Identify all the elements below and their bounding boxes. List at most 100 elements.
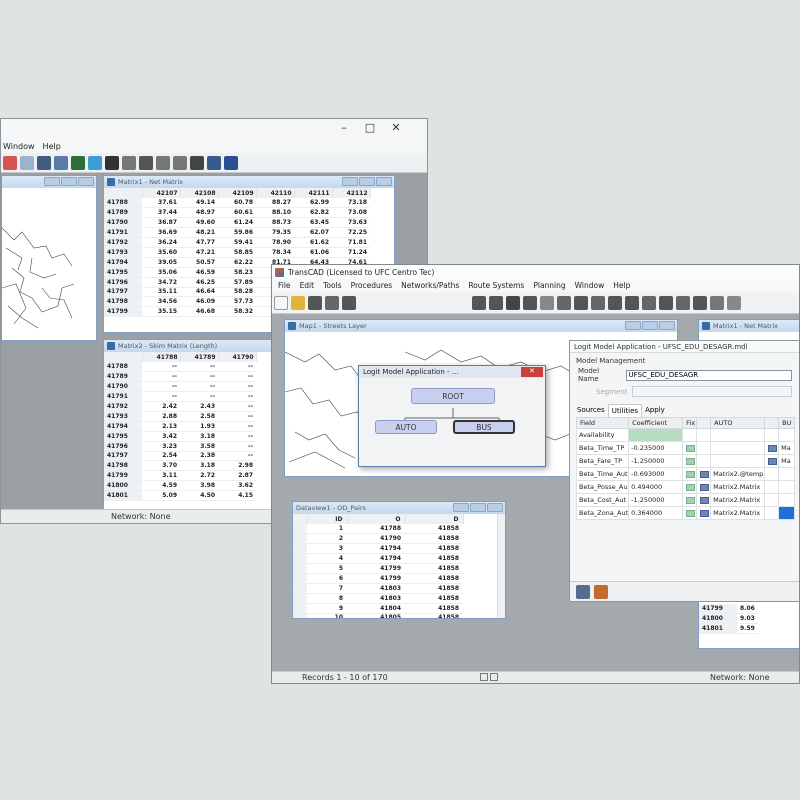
coefficient-cell[interactable]: 0.364000 — [628, 506, 684, 520]
cell-value[interactable]: 72.25 — [332, 227, 370, 239]
table-row[interactable]: 41791 -- -- -- — [104, 391, 256, 403]
cell-value[interactable]: -- — [142, 381, 180, 393]
fix-cell[interactable] — [682, 480, 698, 494]
cell-value[interactable]: 36.69 — [142, 227, 180, 239]
cell-value[interactable]: 35.60 — [142, 247, 180, 258]
table-row[interactable]: 41788 37.61 49.14 60.78 88.27 62.99 73.18 — [104, 198, 370, 209]
field-cell[interactable]: Availability — [575, 428, 630, 442]
cell-value[interactable]: 9.59 — [737, 623, 758, 635]
field-cell[interactable]: Beta_Fare_TP — [575, 454, 630, 468]
bus-cell[interactable]: Ma — [778, 454, 796, 468]
cell-value[interactable]: 8.06 — [737, 604, 758, 615]
cell-value[interactable]: 41794 — [347, 553, 405, 565]
arrows-icon[interactable] — [105, 155, 119, 170]
cell-value[interactable]: 88.10 — [256, 207, 294, 219]
cell-value[interactable]: 60.61 — [218, 207, 256, 219]
table-row[interactable]: 41800 4.59 3.98 3.62 — [104, 480, 256, 492]
cell-value[interactable]: 3.62 — [218, 480, 256, 492]
minimize-button[interactable]: – — [333, 121, 355, 134]
chart-bar-icon[interactable] — [71, 155, 85, 170]
tab-apply[interactable]: Apply — [642, 404, 668, 417]
row-selector[interactable] — [293, 593, 307, 604]
cell-value[interactable]: -- — [218, 431, 256, 442]
bus-cell[interactable] — [778, 428, 796, 442]
table-row[interactable]: 41789 -- -- -- — [104, 371, 256, 383]
layers-icon[interactable] — [342, 295, 356, 310]
row-selector[interactable] — [293, 573, 307, 584]
column-header[interactable] — [764, 417, 780, 429]
row-selector[interactable] — [293, 533, 307, 545]
utility-row[interactable]: Beta_Time_Aut -0.693000 Matrix2.@temp — [575, 467, 796, 481]
cell-value[interactable]: 62.99 — [294, 198, 332, 209]
cell-value[interactable]: 36.24 — [142, 237, 180, 248]
cell-value[interactable]: 47.21 — [180, 247, 218, 258]
auto-matrix-button[interactable] — [696, 480, 712, 494]
root-node[interactable]: ROOT — [411, 388, 495, 404]
flow-icon[interactable] — [591, 295, 605, 310]
cell-value[interactable]: 58.23 — [218, 267, 256, 278]
fix-checkbox[interactable] — [686, 444, 696, 452]
menu-item[interactable]: Tools — [323, 281, 341, 290]
table-row[interactable]: 41789 37.44 48.97 60.61 88.10 62.82 73.08 — [104, 207, 370, 219]
cell-value[interactable]: 62.22 — [218, 257, 256, 268]
field-cell[interactable]: Beta_Posse_Au — [575, 480, 630, 494]
cell-value[interactable]: 41858 — [405, 563, 463, 574]
nodes-icon[interactable] — [557, 295, 571, 310]
menu-item[interactable]: Window — [575, 281, 605, 290]
cell-value[interactable]: -- — [218, 421, 256, 432]
table-row[interactable]: 7 41803 41858 — [293, 583, 463, 594]
column-header[interactable] — [696, 417, 712, 429]
fix-cell[interactable] — [682, 441, 698, 455]
row-selector[interactable] — [293, 524, 307, 535]
layers2-icon[interactable] — [625, 295, 639, 310]
fix-checkbox[interactable] — [686, 496, 696, 504]
cell-value[interactable]: 9.03 — [737, 613, 758, 625]
cell-value[interactable]: 3.11 — [142, 470, 180, 482]
fix-checkbox[interactable] — [686, 470, 696, 478]
cell-value[interactable]: 46.09 — [180, 296, 218, 308]
auto-matrix-button[interactable] — [696, 493, 712, 507]
cell-value[interactable]: 2.58 — [180, 411, 218, 422]
column-header[interactable]: 42108 — [180, 188, 219, 198]
bus-node[interactable]: BUS — [453, 420, 515, 434]
matrix-behind-grid[interactable]: 41799 8.06 41800 9.03 41801 9.59 — [699, 604, 758, 635]
table-row[interactable]: 5 41799 41858 — [293, 563, 463, 574]
bus-cell[interactable] — [778, 480, 796, 494]
cell-value[interactable]: 6 — [307, 573, 347, 584]
cell-value[interactable]: 1 — [307, 524, 347, 535]
auto-matrix-button[interactable] — [696, 506, 712, 520]
expand-icon[interactable] — [207, 155, 221, 170]
cell-value[interactable]: 48.21 — [180, 227, 218, 239]
cell-value[interactable]: 62.82 — [294, 207, 332, 219]
cell-value[interactable]: 4.59 — [142, 480, 180, 492]
cell-value[interactable]: -- — [180, 362, 218, 373]
cell-value[interactable]: 41794 — [347, 543, 405, 555]
menu-item[interactable]: Procedures — [351, 281, 393, 290]
redo-icon[interactable] — [173, 155, 187, 170]
cell-value[interactable]: 35.06 — [142, 267, 180, 278]
column-header[interactable]: Fix — [682, 417, 698, 429]
table-row[interactable]: 41788 -- -- -- — [104, 362, 256, 373]
cell-value[interactable]: -- — [218, 371, 256, 383]
column-header[interactable]: 42111 — [294, 188, 333, 198]
cell-value[interactable]: 58.85 — [218, 247, 256, 258]
column-header[interactable]: 42109 — [218, 188, 257, 198]
bus-cell[interactable] — [778, 467, 796, 481]
bus-matrix-button[interactable] — [764, 506, 780, 520]
cell-value[interactable]: 1.93 — [180, 421, 218, 432]
cell-value[interactable]: 39.05 — [142, 257, 180, 268]
dataview-scrollbar[interactable] — [497, 514, 505, 618]
fix-checkbox[interactable] — [686, 483, 696, 491]
bus-cell[interactable]: Ma — [778, 441, 796, 455]
field-cell[interactable]: Beta_Time_Aut — [575, 467, 630, 481]
fix-cell[interactable] — [682, 428, 698, 442]
fix-cell[interactable] — [682, 467, 698, 481]
cell-value[interactable]: 10 — [307, 613, 347, 618]
table-row[interactable]: 1 41788 41858 — [293, 524, 463, 535]
auto-matrix-button[interactable] — [696, 454, 712, 468]
fix-cell[interactable] — [682, 454, 698, 468]
fix-cell[interactable] — [682, 506, 698, 520]
auto-matrix-button[interactable] — [696, 428, 712, 442]
sigma-icon[interactable] — [139, 155, 153, 170]
cell-value[interactable]: 41858 — [405, 593, 463, 604]
